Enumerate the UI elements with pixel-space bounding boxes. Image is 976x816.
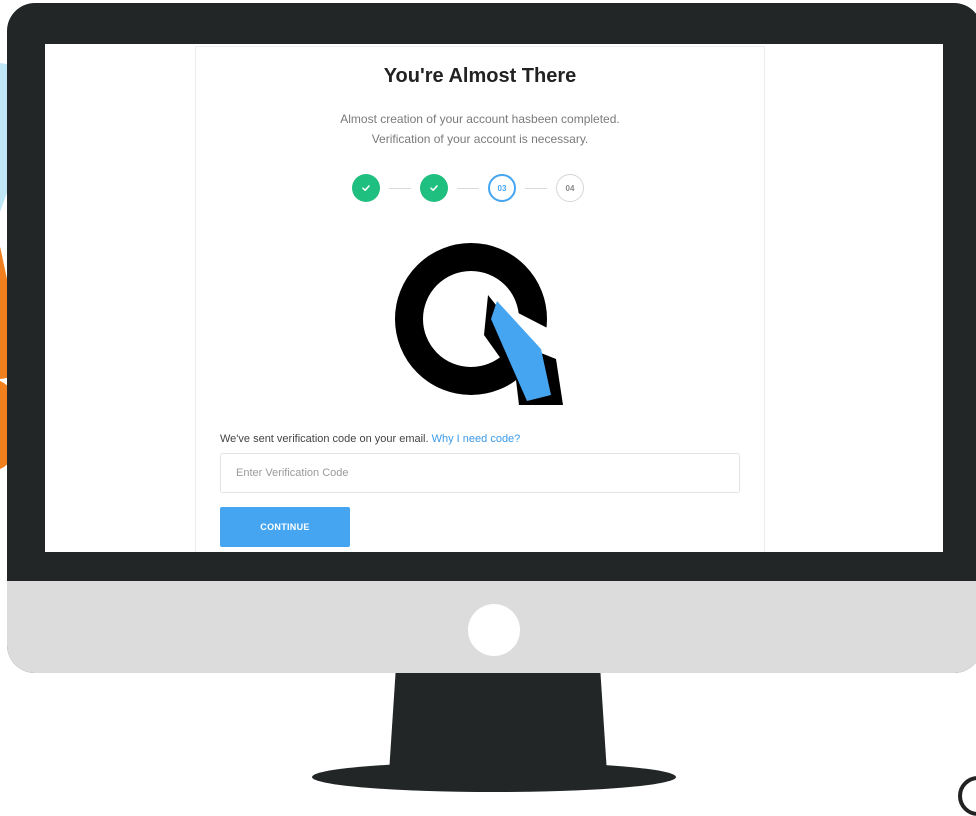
verification-info: We've sent verification code on your ema…	[220, 433, 520, 445]
monitor-stand	[389, 673, 607, 773]
verification-code-input[interactable]	[220, 453, 740, 493]
check-icon	[362, 185, 370, 191]
continue-button[interactable]: CONTINUE	[220, 507, 350, 547]
verification-info-text: We've sent verification code on your ema…	[220, 433, 429, 445]
why-need-code-link[interactable]: Why I need code?	[432, 433, 521, 445]
monitor-screen: You're Almost There Almost creation of y…	[45, 44, 943, 552]
subtitle-line-2: Verification of your account is necessar…	[371, 132, 589, 146]
verification-card: You're Almost There Almost creation of y…	[195, 46, 765, 552]
step-4-pending: 04	[556, 174, 584, 202]
monitor-chin	[7, 581, 976, 673]
decorative-corner-ring	[958, 776, 976, 816]
step-2-completed	[420, 174, 448, 202]
step-connector	[457, 187, 479, 189]
monitor-frame: You're Almost There Almost creation of y…	[7, 3, 976, 673]
step-connector	[525, 187, 547, 189]
progress-steps: 03 04	[352, 173, 610, 203]
monitor-base	[312, 762, 676, 792]
check-icon	[430, 185, 438, 191]
q-arrow-logo	[395, 243, 563, 405]
page-subtitle: Almost creation of your account hasbeen …	[196, 109, 764, 149]
subtitle-line-1: Almost creation of your account hasbeen …	[340, 112, 620, 126]
step-1-completed	[352, 174, 380, 202]
step-3-active: 03	[488, 174, 516, 202]
monitor-power-button	[468, 604, 520, 656]
page-title: You're Almost There	[383, 65, 577, 87]
step-connector	[389, 187, 411, 189]
